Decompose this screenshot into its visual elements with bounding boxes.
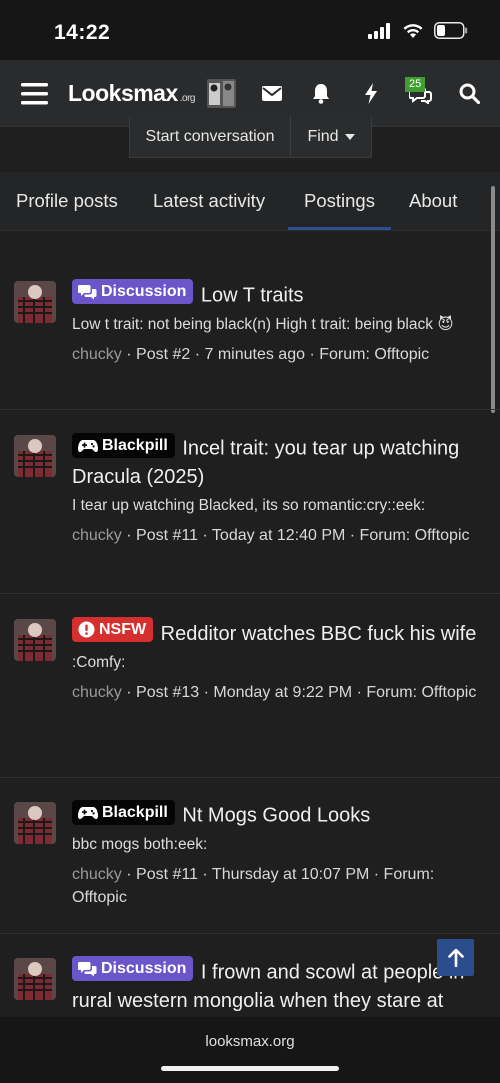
post-author[interactable]: chucky — [72, 346, 122, 363]
arrow-up-icon — [447, 948, 464, 967]
post-meta-text: · Post #11 · Today at 12:40 PM · Forum: … — [121, 526, 470, 544]
post-author[interactable]: chucky — [72, 684, 122, 701]
conversations-count-badge: 25 — [405, 77, 426, 92]
conversations-icon[interactable] — [403, 60, 439, 127]
post-title[interactable]: Nt Mogs Good Looks — [182, 805, 370, 827]
prefix-label: Discussion — [101, 282, 187, 300]
tab-latest-activity[interactable]: Latest activity — [153, 172, 265, 230]
user-avatar[interactable] — [207, 79, 236, 108]
tab-about[interactable]: About — [409, 172, 457, 230]
post-title-line: Discussion Low T traits — [72, 279, 484, 310]
logo-suffix: .org — [179, 93, 196, 104]
prefix-badge[interactable]: Blackpill — [72, 800, 175, 825]
chat-bubbles-icon — [78, 961, 97, 976]
post-body: Blackpill Incel trait: you tear up watch… — [72, 433, 484, 547]
gamepad-icon — [78, 439, 98, 452]
post-meta: chucky · Post #13 · Monday at 9:22 PM · … — [72, 681, 484, 704]
post-meta: chucky · Post #11 · Thursday at 10:07 PM… — [72, 863, 484, 909]
list-item[interactable]: Blackpill Incel trait: you tear up watch… — [0, 411, 500, 594]
caret-down-icon — [344, 133, 355, 140]
post-title[interactable]: Low T traits — [201, 285, 304, 307]
post-title-line: NSFW Redditor watches BBC fuck his wife — [72, 617, 484, 648]
tab-profile-posts[interactable]: Profile posts — [16, 172, 118, 230]
avatar[interactable] — [14, 281, 56, 323]
url-text[interactable]: looksmax.org — [0, 1033, 500, 1050]
tab-postings[interactable]: Postings — [288, 172, 391, 230]
status-icons — [368, 22, 468, 39]
post-snippet: bbc mogs both:eek: — [72, 835, 208, 853]
snippet-text: Low t trait: not being black(n) High t t… — [72, 315, 433, 333]
post-snippet: :Comfy: — [72, 654, 126, 671]
profile-tabs: Profile posts Latest activity Postings A… — [0, 172, 500, 230]
post-meta-text: · Post #13 · Monday at 9:22 PM · Forum: … — [121, 684, 477, 701]
status-bar: 14:22 — [0, 0, 500, 60]
gamepad-icon — [78, 806, 98, 819]
list-item[interactable]: Discussion Low T traits Low t trait: not… — [0, 258, 500, 410]
prefix-label: Discussion — [101, 959, 187, 977]
tabs-divider — [0, 230, 500, 231]
prefix-label: Blackpill — [102, 436, 168, 454]
post-body: Discussion I frown and scowl at people i… — [72, 956, 484, 1015]
find-dropdown[interactable]: Find — [291, 116, 371, 157]
post-body: NSFW Redditor watches BBC fuck his wife … — [72, 617, 484, 704]
browser-address-bar[interactable]: looksmax.org — [0, 1017, 500, 1083]
avatar[interactable] — [14, 435, 56, 477]
post-meta-text: · Post #11 · Thursday at 10:07 PM · Foru… — [72, 865, 435, 906]
post-snippet: I tear up watching Blacked, its so roman… — [72, 496, 426, 514]
prefix-label: Blackpill — [102, 803, 168, 821]
post-title-line: Discussion I frown and scowl at people i… — [72, 956, 484, 1015]
list-item[interactable]: Discussion I frown and scowl at people i… — [0, 935, 500, 1017]
home-indicator[interactable] — [161, 1066, 339, 1071]
start-conversation-button[interactable]: Start conversation — [130, 116, 291, 157]
prefix-badge[interactable]: NSFW — [72, 617, 154, 642]
post-title-line: Blackpill Nt Mogs Good Looks — [72, 800, 484, 830]
list-item[interactable]: Blackpill Nt Mogs Good Looks bbc mogs bo… — [0, 779, 500, 934]
scroll-to-top-button[interactable] — [437, 939, 474, 976]
wifi-icon — [403, 23, 423, 38]
site-logo[interactable]: Looksmax .org — [68, 80, 196, 107]
alert-circle-icon — [78, 621, 95, 638]
find-label: Find — [307, 127, 339, 145]
prefix-label: NSFW — [99, 620, 147, 638]
list-item[interactable]: NSFW Redditor watches BBC fuck his wife … — [0, 595, 500, 778]
avatar[interactable] — [14, 958, 56, 1000]
post-meta: chucky · Post #11 · Today at 12:40 PM · … — [72, 524, 484, 547]
post-author[interactable]: chucky — [72, 866, 122, 883]
prefix-badge[interactable]: Discussion — [72, 279, 194, 304]
battery-icon — [434, 22, 468, 39]
post-title-line: Blackpill Incel trait: you tear up watch… — [72, 433, 484, 491]
cellular-signal-icon — [368, 22, 390, 39]
logo-text: Looksmax — [68, 80, 178, 106]
prefix-badge[interactable]: Blackpill — [72, 433, 175, 458]
devil-emoji: 😈 — [437, 315, 454, 333]
profile-action-bar: Start conversation Find — [129, 116, 372, 158]
post-snippet: Low t trait: not being black(n) High t t… — [72, 314, 484, 336]
post-title[interactable]: Redditor watches BBC fuck his wife — [161, 623, 477, 645]
status-time: 14:22 — [54, 21, 111, 44]
search-icon[interactable] — [450, 60, 488, 127]
post-body: Blackpill Nt Mogs Good Looks bbc mogs bo… — [72, 800, 484, 909]
post-body: Discussion Low T traits Low t trait: not… — [72, 279, 484, 366]
post-meta: chucky · Post #2 · 7 minutes ago · Forum… — [72, 343, 484, 366]
post-meta-text: · Post #2 · 7 minutes ago · Forum: Offto… — [121, 345, 430, 363]
chat-bubbles-icon — [78, 284, 97, 299]
prefix-badge[interactable]: Discussion — [72, 956, 194, 981]
post-author[interactable]: chucky — [72, 527, 122, 544]
menu-icon[interactable] — [14, 60, 54, 127]
avatar[interactable] — [14, 619, 56, 661]
avatar[interactable] — [14, 802, 56, 844]
